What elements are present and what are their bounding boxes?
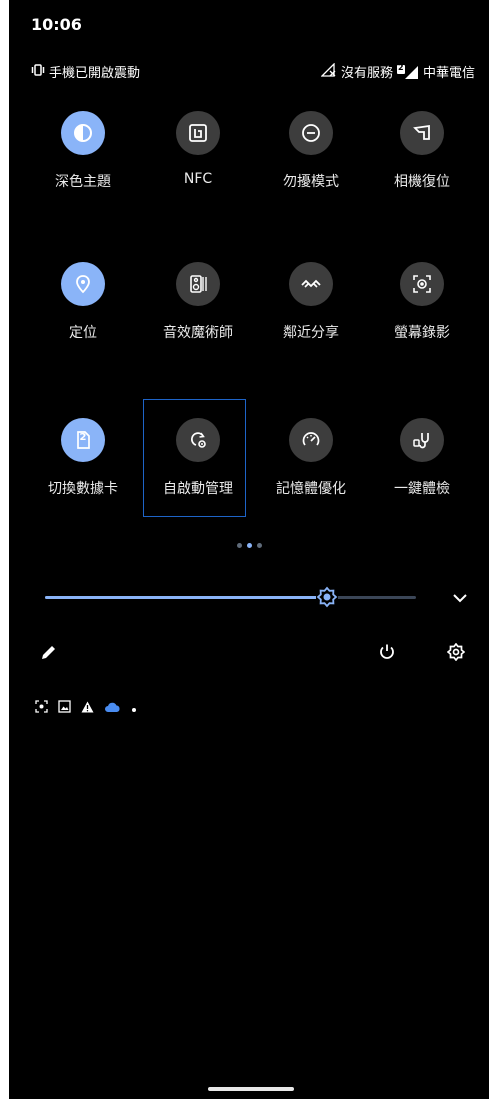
- expand-chevron-icon[interactable]: [449, 589, 471, 607]
- tile-screen-record[interactable]: 螢幕錄影: [373, 262, 471, 372]
- warning-icon: [81, 698, 94, 717]
- tile-label: 一鍵體檢: [394, 481, 450, 497]
- carrier-name: 中華電信: [422, 66, 475, 81]
- dark-theme-icon: [61, 111, 105, 155]
- tile-audio-wizard[interactable]: 音效魔術師: [149, 262, 247, 372]
- screenshot-icon: [35, 698, 48, 717]
- tile-label: 深色主題: [55, 174, 111, 190]
- brightness-icon[interactable]: [315, 586, 338, 608]
- location-icon: [61, 262, 105, 306]
- dot-icon: [131, 698, 137, 717]
- page-dot: [257, 543, 262, 548]
- vibrate-icon: [31, 63, 45, 80]
- sim-number: 2: [79, 432, 87, 443]
- tile-do-not-disturb[interactable]: 勿擾模式: [262, 111, 360, 221]
- settings-gear-icon[interactable]: [444, 640, 468, 664]
- tile-label: 螢幕錄影: [394, 325, 450, 341]
- tile-location[interactable]: 定位: [34, 262, 132, 372]
- tile-label: 相機復位: [394, 174, 450, 190]
- one-click-checkup-icon: [400, 418, 444, 462]
- memory-optimize-icon: [289, 418, 333, 462]
- vibrate-status: 手機已開啟震動: [31, 62, 140, 81]
- edit-pencil-icon[interactable]: [37, 640, 61, 664]
- page-indicator[interactable]: [237, 543, 262, 548]
- brightness-fill: [45, 596, 327, 599]
- tile-nearby-share[interactable]: 鄰近分享: [262, 262, 360, 372]
- page-dot: [237, 543, 242, 548]
- do-not-disturb-icon: [289, 111, 333, 155]
- tile-label: NFC: [183, 171, 213, 187]
- vibrate-label: 手機已開啟震動: [49, 66, 141, 81]
- sim2-signal-icon: 2: [396, 62, 419, 79]
- tile-nfc[interactable]: NFC: [149, 111, 247, 221]
- home-gesture-bar[interactable]: [208, 1087, 294, 1091]
- network-status: 沒有服務 2 中華電信: [320, 61, 475, 81]
- status-time: 10:06: [31, 15, 82, 34]
- tile-label: 勿擾模式: [283, 174, 339, 190]
- screen-record-icon: [400, 262, 444, 306]
- sim2-badge: 2: [397, 62, 404, 72]
- notification-icons: [35, 698, 137, 717]
- tile-memory-optimize[interactable]: 記憶體優化: [262, 418, 360, 528]
- tile-camera-reset[interactable]: 相機復位: [373, 111, 471, 221]
- tile-switch-sim[interactable]: 2 切換數據卡: [34, 418, 132, 528]
- camera-reset-icon: [400, 111, 444, 155]
- tile-label: 記憶體優化: [276, 481, 346, 497]
- image-icon: [58, 698, 71, 717]
- power-icon[interactable]: [375, 640, 399, 664]
- tile-label: 鄰近分享: [283, 325, 339, 341]
- tile-label: 音效魔術師: [163, 325, 233, 341]
- audio-wizard-icon: [176, 262, 220, 306]
- tile-dark-theme[interactable]: 深色主題: [34, 111, 132, 221]
- carrier-status-label: 沒有服務: [340, 66, 393, 81]
- switch-sim-icon: 2: [61, 418, 105, 462]
- brightness-slider[interactable]: [45, 586, 416, 608]
- tile-label: 定位: [69, 325, 97, 341]
- no-signal-icon: [320, 61, 337, 81]
- cloud-icon: [104, 698, 121, 717]
- quick-settings-panel: 10:06 手機已開啟震動 沒有服務 2 中華電信 深色主題 NFC 勿擾模式 …: [9, 0, 489, 1099]
- focus-highlight: [143, 399, 246, 517]
- page-dot-current: [247, 543, 252, 548]
- nearby-share-icon: [289, 262, 333, 306]
- tile-one-click-checkup[interactable]: 一鍵體檢: [373, 418, 471, 528]
- nfc-icon: [176, 111, 220, 155]
- tile-label: 切換數據卡: [48, 481, 118, 497]
